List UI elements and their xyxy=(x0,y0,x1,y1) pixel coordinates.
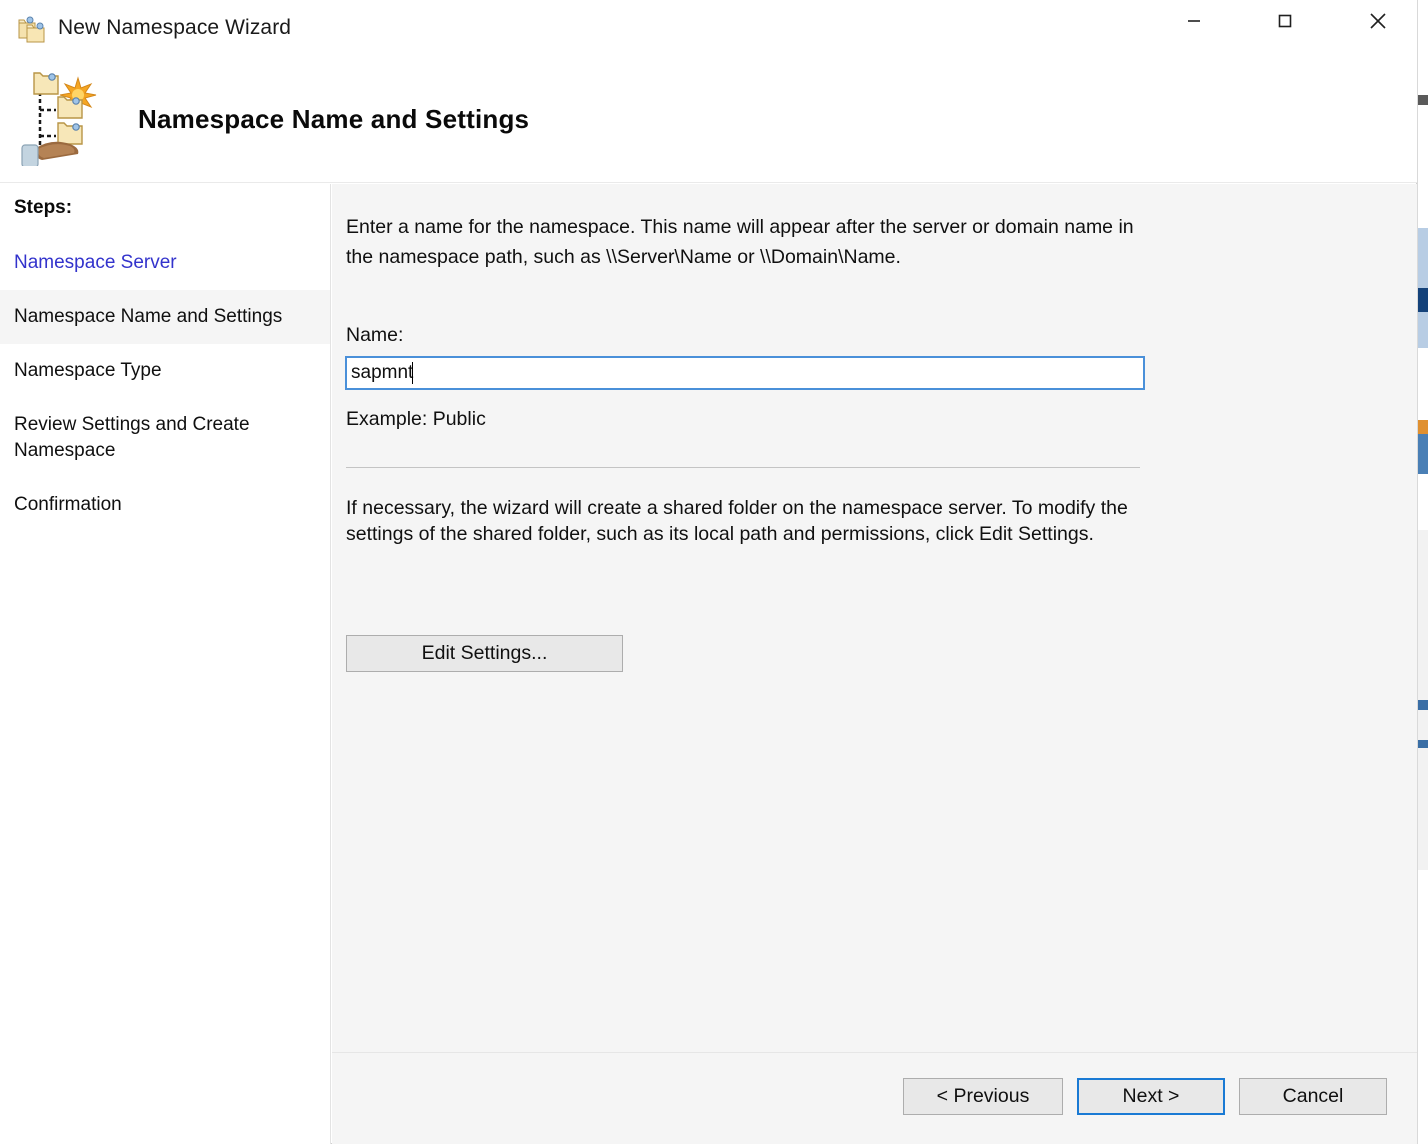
sidebar-item-namespace-type[interactable]: Namespace Type xyxy=(0,344,330,398)
next-button[interactable]: Next > xyxy=(1077,1078,1225,1115)
wizard-window: New Namespace Wizard Namespace Name and … xyxy=(0,0,1417,1144)
steps-list: Namespace Server Namespace Name and Sett… xyxy=(0,236,330,532)
close-icon xyxy=(1370,13,1386,29)
intro-description: Enter a name for the namespace. This nam… xyxy=(346,216,1134,268)
sidebar-item-namespace-name-and-settings[interactable]: Namespace Name and Settings xyxy=(0,290,330,344)
sliver-band xyxy=(1418,420,1428,434)
shared-folder-description: If necessary, the wizard will create a s… xyxy=(346,497,1128,545)
sidebar-item-confirmation[interactable]: Confirmation xyxy=(0,478,330,532)
title-bar: New Namespace Wizard xyxy=(0,0,1417,58)
example-hint: Example: Public xyxy=(346,408,486,430)
wizard-footer: < Previous Next > Cancel xyxy=(332,1053,1417,1144)
background-window-sliver xyxy=(1417,0,1428,1144)
maximize-icon xyxy=(1278,14,1292,28)
window-title: New Namespace Wizard xyxy=(58,16,292,39)
steps-sidebar: Steps: Namespace Server Namespace Name a… xyxy=(0,184,331,1144)
sidebar-item-namespace-server[interactable]: Namespace Server xyxy=(0,236,330,290)
previous-button[interactable]: < Previous xyxy=(903,1078,1063,1115)
edit-settings-button[interactable]: Edit Settings... xyxy=(346,635,623,672)
namespace-folders-icon xyxy=(18,14,50,44)
sliver-band xyxy=(1418,700,1428,710)
sliver-band xyxy=(1418,740,1428,748)
content-pane: Enter a name for the namespace. This nam… xyxy=(332,184,1417,1053)
page-title: Namespace Name and Settings xyxy=(138,104,530,134)
sliver-band xyxy=(1418,288,1428,312)
sidebar-item-review-settings-and-create-namespace[interactable]: Review Settings and Create Namespace xyxy=(0,398,290,478)
page-header: Namespace Name and Settings xyxy=(0,58,1417,183)
close-button[interactable] xyxy=(1347,0,1409,42)
minimize-button[interactable] xyxy=(1163,0,1225,42)
text-caret xyxy=(412,362,413,384)
name-label: Name: xyxy=(346,324,404,346)
minimize-icon xyxy=(1188,20,1200,22)
cancel-button[interactable]: Cancel xyxy=(1239,1078,1387,1115)
namespace-tree-icon xyxy=(18,70,104,168)
sliver-band xyxy=(1418,95,1428,105)
maximize-button[interactable] xyxy=(1254,0,1316,42)
section-divider xyxy=(346,467,1140,468)
sliver-band xyxy=(1418,434,1428,474)
steps-heading: Steps: xyxy=(14,197,73,218)
namespace-name-input[interactable] xyxy=(345,356,1145,390)
